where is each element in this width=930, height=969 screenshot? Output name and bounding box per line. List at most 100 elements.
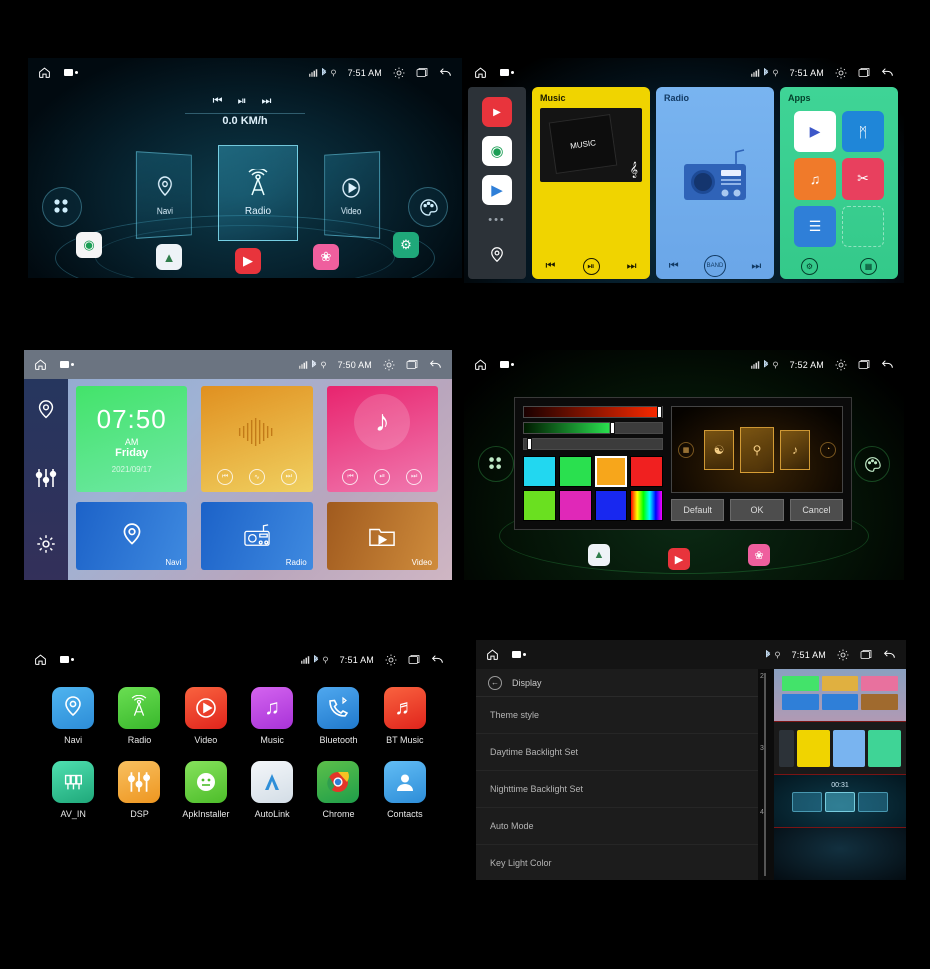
tile-radio[interactable]: Radio — [201, 501, 313, 570]
window-icon[interactable] — [408, 654, 420, 665]
app-av-in[interactable]: AV_IN — [40, 761, 106, 819]
swatch-rainbow[interactable] — [630, 490, 663, 521]
palette-icon[interactable] — [854, 446, 890, 482]
back-arrow-icon[interactable] — [439, 67, 452, 78]
back-arrow-icon[interactable]: ← — [488, 675, 502, 690]
dock-app-gallery[interactable]: ❀ — [748, 544, 770, 566]
radio-prev-button[interactable]: ⏮ — [669, 260, 679, 273]
radio-next-button[interactable]: ⏭ — [751, 260, 761, 273]
brightness-icon[interactable] — [835, 67, 847, 79]
music-controls[interactable]: ⏮ ⏯ ⏭ — [532, 253, 650, 279]
clock-widget[interactable]: 07:50 AM Friday 2021/09/17 — [76, 386, 188, 492]
blue-slider[interactable] — [523, 438, 663, 450]
music-next-button[interactable]: ⏭ — [627, 260, 637, 273]
carousel-card-radio[interactable]: Radio — [218, 145, 298, 241]
settings-gear-icon[interactable]: ⚙ — [801, 257, 818, 275]
swatch-lime[interactable] — [523, 490, 556, 521]
eq-wave-button[interactable]: ∿ — [248, 468, 265, 485]
swatch-red[interactable] — [630, 456, 663, 487]
dock-app-gallery[interactable]: ❀ — [313, 244, 339, 270]
app-video[interactable]: Video — [173, 687, 239, 745]
tile-empty-slot[interactable] — [842, 205, 884, 247]
home-icon[interactable] — [34, 358, 47, 371]
window-icon[interactable] — [860, 649, 872, 660]
back-arrow-icon[interactable] — [881, 67, 894, 78]
apps-grid-icon[interactable] — [478, 446, 514, 482]
tile-music[interactable]: ♫ — [794, 158, 836, 200]
back-arrow-icon[interactable] — [883, 649, 896, 660]
brightness-icon[interactable] — [837, 649, 849, 661]
card-music[interactable]: Music MUSIC 𝄞 ⏮ ⏯ ⏭ — [532, 87, 650, 279]
music-prev-button[interactable]: ⏮ — [546, 260, 556, 273]
app-navi[interactable]: Navi — [40, 687, 106, 745]
tile-video[interactable]: ▶ — [794, 111, 836, 153]
cancel-button[interactable]: Cancel — [789, 499, 843, 521]
tile-navi[interactable]: Navi — [76, 501, 188, 570]
home-icon[interactable] — [474, 358, 487, 371]
mus-play-button[interactable]: ⏯ — [374, 468, 391, 485]
dock-app-google-maps[interactable]: ▲ — [156, 244, 182, 270]
dock-app-youtube[interactable]: ▶ — [235, 248, 261, 274]
rail-app-youtube[interactable]: ▶ — [482, 97, 512, 127]
app-radio[interactable]: Radio — [106, 687, 172, 745]
home-icon[interactable] — [38, 66, 51, 79]
default-button[interactable]: Default — [671, 499, 725, 521]
rail-more-dots[interactable]: ••• — [488, 214, 506, 226]
apps-grid-icon[interactable]: ▦ — [860, 257, 877, 275]
blue-slider-knob[interactable] — [526, 438, 532, 450]
window-icon[interactable] — [406, 359, 418, 370]
equalizer-icon[interactable] — [34, 467, 58, 494]
home-icon[interactable] — [34, 653, 47, 666]
theme-thumb-2[interactable] — [774, 669, 906, 722]
window-icon[interactable] — [858, 67, 870, 78]
home-icon[interactable] — [474, 66, 487, 79]
brightness-icon[interactable] — [835, 359, 847, 371]
window-icon[interactable] — [416, 67, 428, 78]
dock-app-chrome[interactable]: ◉ — [76, 232, 102, 258]
rect-dot-icon[interactable] — [64, 69, 78, 76]
carousel-card-navi[interactable]: Navi — [135, 151, 192, 239]
play-pause-button[interactable]: ⏯ — [238, 95, 253, 107]
rail-app-play-store[interactable]: ▶ — [482, 175, 512, 205]
brightness-icon[interactable] — [393, 67, 405, 79]
home-icon[interactable] — [486, 648, 499, 661]
palette-icon[interactable] — [408, 187, 448, 227]
ok-button[interactable]: OK — [730, 499, 784, 521]
card-radio[interactable]: Radio ⏮ BAND ⏭ — [656, 87, 774, 279]
card-apps[interactable]: Apps ▶ ᛗ ♫ ✂ ☰ ⚙ ▦ — [780, 87, 898, 279]
audio-eq-widget[interactable]: ⏮ ∿ ⏭ — [201, 386, 313, 492]
red-slider[interactable] — [523, 406, 663, 418]
tile-aux[interactable]: ✂ — [842, 158, 884, 200]
settings-gear-icon[interactable] — [35, 533, 57, 560]
mus-next-button[interactable]: ⏭ — [406, 468, 423, 485]
swatch-magenta[interactable] — [558, 490, 592, 521]
theme-thumb-4[interactable]: 00:31 — [774, 775, 906, 828]
music-widget-controls[interactable]: ⏮ ⏯ ⏭ — [327, 468, 438, 485]
carousel-card-video[interactable]: Video — [324, 151, 381, 239]
green-slider-knob[interactable] — [609, 422, 615, 434]
app-contacts[interactable]: Contacts — [372, 761, 438, 819]
eq-prev-button[interactable]: ⏮ — [217, 468, 234, 485]
setting-row-key-light-color[interactable]: Key Light Color — [476, 845, 758, 880]
mus-prev-button[interactable]: ⏮ — [342, 468, 359, 485]
setting-row-theme-style[interactable]: Theme style — [476, 697, 758, 734]
brightness-icon[interactable] — [383, 359, 395, 371]
back-arrow-icon[interactable] — [881, 359, 894, 370]
swatch-orange[interactable] — [594, 456, 628, 487]
rect-dot-icon[interactable] — [512, 651, 526, 658]
rect-dot-icon[interactable] — [60, 656, 74, 663]
eq-next-button[interactable]: ⏭ — [280, 468, 297, 485]
app-autolink[interactable]: AutoLink — [239, 761, 305, 819]
prev-track-button[interactable]: ⏮ — [213, 95, 229, 107]
apps-grid-icon[interactable] — [42, 187, 82, 227]
red-slider-knob[interactable] — [657, 406, 662, 418]
back-arrow-icon[interactable] — [431, 654, 444, 665]
window-icon[interactable] — [858, 359, 870, 370]
swatch-green[interactable] — [558, 456, 592, 487]
radio-band-button[interactable]: BAND — [703, 255, 726, 277]
app-music[interactable]: ♫ Music — [239, 687, 305, 745]
app-bt-music[interactable]: ♬ BT Music — [372, 687, 438, 745]
dock-app-settings[interactable]: ⚙ — [393, 232, 419, 258]
setting-row-daytime-backlight[interactable]: Daytime Backlight Set — [476, 734, 758, 771]
music-widget[interactable]: ♪ ⏮ ⏯ ⏭ — [326, 386, 438, 492]
